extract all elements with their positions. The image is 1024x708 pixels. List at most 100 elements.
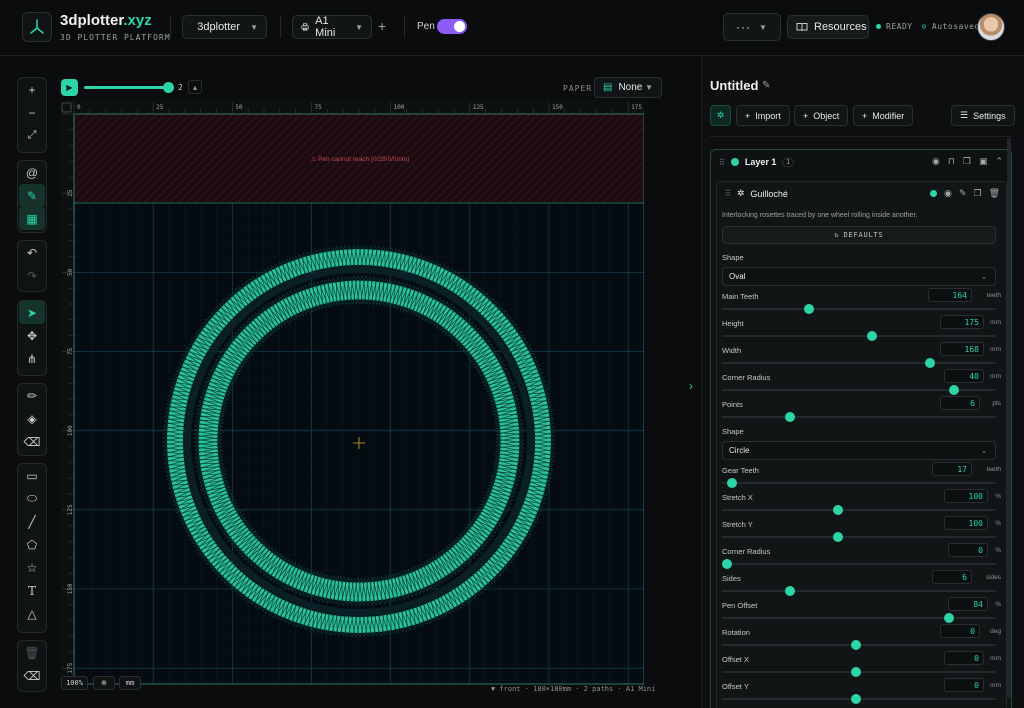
add-modifier-button[interactable]: + Modifier xyxy=(853,105,914,126)
pen-mode-button[interactable]: ✎ xyxy=(19,184,45,207)
param-input[interactable]: 168 xyxy=(940,342,984,356)
param-input[interactable]: 6 xyxy=(932,570,972,584)
settings-button[interactable]: ☰ Settings xyxy=(951,105,1015,126)
param-input[interactable]: 17 xyxy=(932,462,972,476)
param-input[interactable]: 164 xyxy=(928,288,972,302)
param-input[interactable]: 0 xyxy=(940,624,980,638)
add-object-button[interactable]: + Object xyxy=(794,105,849,126)
param-slider-handle[interactable] xyxy=(832,505,843,515)
param-input[interactable]: 0 xyxy=(944,678,984,692)
eye-icon[interactable]: ◉ xyxy=(932,156,940,167)
param-slider-track[interactable] xyxy=(722,308,996,310)
param-input[interactable]: 6 xyxy=(940,396,980,410)
param-slider-handle[interactable] xyxy=(851,667,862,677)
undo-button[interactable]: ↶ xyxy=(19,241,45,264)
play-button[interactable]: ▶ xyxy=(61,79,78,96)
param-input[interactable]: 100 xyxy=(944,489,988,503)
move-tool[interactable]: ✥ xyxy=(19,324,45,347)
param-slider-track[interactable] xyxy=(722,617,996,619)
param-input[interactable]: 40 xyxy=(944,369,984,383)
param-slider-track[interactable] xyxy=(722,482,996,484)
param-slider-track[interactable] xyxy=(722,563,996,565)
zoom-in-button[interactable]: + xyxy=(19,78,45,101)
lock-icon[interactable]: ⊓ xyxy=(948,156,955,167)
zoom-level[interactable]: 100% xyxy=(61,676,88,690)
grid-toggle-button[interactable]: ▦ xyxy=(19,207,45,230)
param-input[interactable]: 175 xyxy=(940,315,984,329)
unit-toggle[interactable]: mm xyxy=(119,676,141,690)
document-title[interactable]: Untitled xyxy=(710,78,758,93)
recenter-button[interactable]: ⊕ xyxy=(93,676,115,690)
modifier-header[interactable]: ⠿ ✲ Guilloché xyxy=(725,188,788,199)
speed-slider-handle[interactable] xyxy=(163,82,175,93)
sparkle-button[interactable]: ✲ xyxy=(710,105,731,126)
param-slider-handle[interactable] xyxy=(943,613,954,623)
param-slider-track[interactable] xyxy=(722,536,996,538)
machine-select[interactable]: A1 Mini ▼ xyxy=(292,15,372,39)
spiral-mode-button[interactable]: @ xyxy=(19,161,45,184)
chevron-up-icon[interactable]: ⌃ xyxy=(995,156,1003,167)
select-tool[interactable]: ➤ xyxy=(19,301,45,324)
zoom-out-button[interactable]: − xyxy=(19,101,45,124)
line-tool[interactable]: ╱ xyxy=(19,510,45,533)
resources-button[interactable]: Resources xyxy=(787,15,869,39)
node-tool[interactable]: ⋔ xyxy=(19,347,45,370)
param-slider-handle[interactable] xyxy=(867,331,878,341)
shapes-tool[interactable]: △ xyxy=(19,602,45,625)
chevron-right-icon[interactable]: › xyxy=(689,379,693,393)
param-slider-handle[interactable] xyxy=(785,412,796,422)
pencil-tool[interactable]: ✏ xyxy=(19,384,45,407)
param-slider-track[interactable] xyxy=(722,362,996,364)
trash-icon[interactable]: 🗑 xyxy=(989,188,1000,199)
drag-handle-icon[interactable]: ⠿ xyxy=(719,158,725,167)
param-input[interactable]: 100 xyxy=(944,516,988,530)
fill-tool[interactable]: ◈ xyxy=(19,407,45,430)
ellipse-tool[interactable]: ⬭ xyxy=(19,487,45,510)
pencil-icon[interactable]: ✎ xyxy=(959,188,967,199)
redo-button[interactable]: ↷ xyxy=(19,264,45,287)
gear-shape-select[interactable]: Circle ⌄ xyxy=(722,441,996,460)
param-input[interactable]: 84 xyxy=(948,597,988,611)
eye-icon[interactable]: ◉ xyxy=(944,188,952,199)
copy-icon[interactable]: ❐ xyxy=(973,188,981,199)
defaults-button[interactable]: ↻ DEFAULTS xyxy=(722,226,996,244)
star-tool[interactable]: ☆ xyxy=(19,556,45,579)
param-slider-handle[interactable] xyxy=(851,694,862,704)
param-slider-track[interactable] xyxy=(722,509,996,511)
param-slider-handle[interactable] xyxy=(803,304,814,314)
import-button[interactable]: + Import xyxy=(736,105,790,126)
layer-name[interactable]: Layer 1 xyxy=(745,157,777,167)
param-slider-track[interactable] xyxy=(722,590,996,592)
param-slider-track[interactable] xyxy=(722,335,996,337)
param-slider-handle[interactable] xyxy=(949,385,960,395)
param-slider-handle[interactable] xyxy=(851,640,862,650)
plot-canvas[interactable]: ⚠ Pen cannot reach (0/28/0/0mm) 0 25 50 75 1… xyxy=(60,100,644,688)
layer-color-dot[interactable] xyxy=(730,158,739,166)
shape-select[interactable]: Oval ⌄ xyxy=(722,267,996,286)
param-input[interactable]: 0 xyxy=(944,651,984,665)
copy-icon[interactable]: ❐ xyxy=(963,156,971,167)
polygon-tool[interactable]: ⬠ xyxy=(19,533,45,556)
export-icon[interactable]: ▣ xyxy=(979,156,988,167)
add-machine-button[interactable]: + xyxy=(378,18,386,34)
collapse-button[interactable]: ▴ xyxy=(188,80,202,94)
paper-select[interactable]: ▤ None ▼ xyxy=(594,77,662,98)
more-menu-button[interactable]: ··· ▼ xyxy=(723,13,781,41)
param-slider-track[interactable] xyxy=(722,416,996,418)
param-slider-handle[interactable] xyxy=(925,358,936,368)
delete-button[interactable]: 🗑 xyxy=(19,641,45,664)
drag-handle-icon[interactable]: ⠿ xyxy=(725,189,731,198)
param-slider-handle[interactable] xyxy=(785,586,796,596)
layer-header[interactable]: ⠿ Layer 1 1 ◉ ⊓ ❐ ▣ ⌃ xyxy=(711,150,1011,174)
eraser-tool[interactable]: ⌫ xyxy=(19,430,45,453)
param-input[interactable]: 0 xyxy=(948,543,988,557)
param-slider-handle[interactable] xyxy=(722,559,732,569)
logo[interactable] xyxy=(22,12,52,42)
pencil-icon[interactable]: ✎ xyxy=(762,80,770,91)
rectangle-tool[interactable]: ▭ xyxy=(19,464,45,487)
clear-button[interactable]: ⌫ xyxy=(19,664,45,687)
panel-scrollbar[interactable] xyxy=(1007,138,1011,698)
param-slider-handle[interactable] xyxy=(832,532,843,542)
modifier-color-dot[interactable] xyxy=(930,190,938,197)
param-slider-handle[interactable] xyxy=(727,478,738,488)
